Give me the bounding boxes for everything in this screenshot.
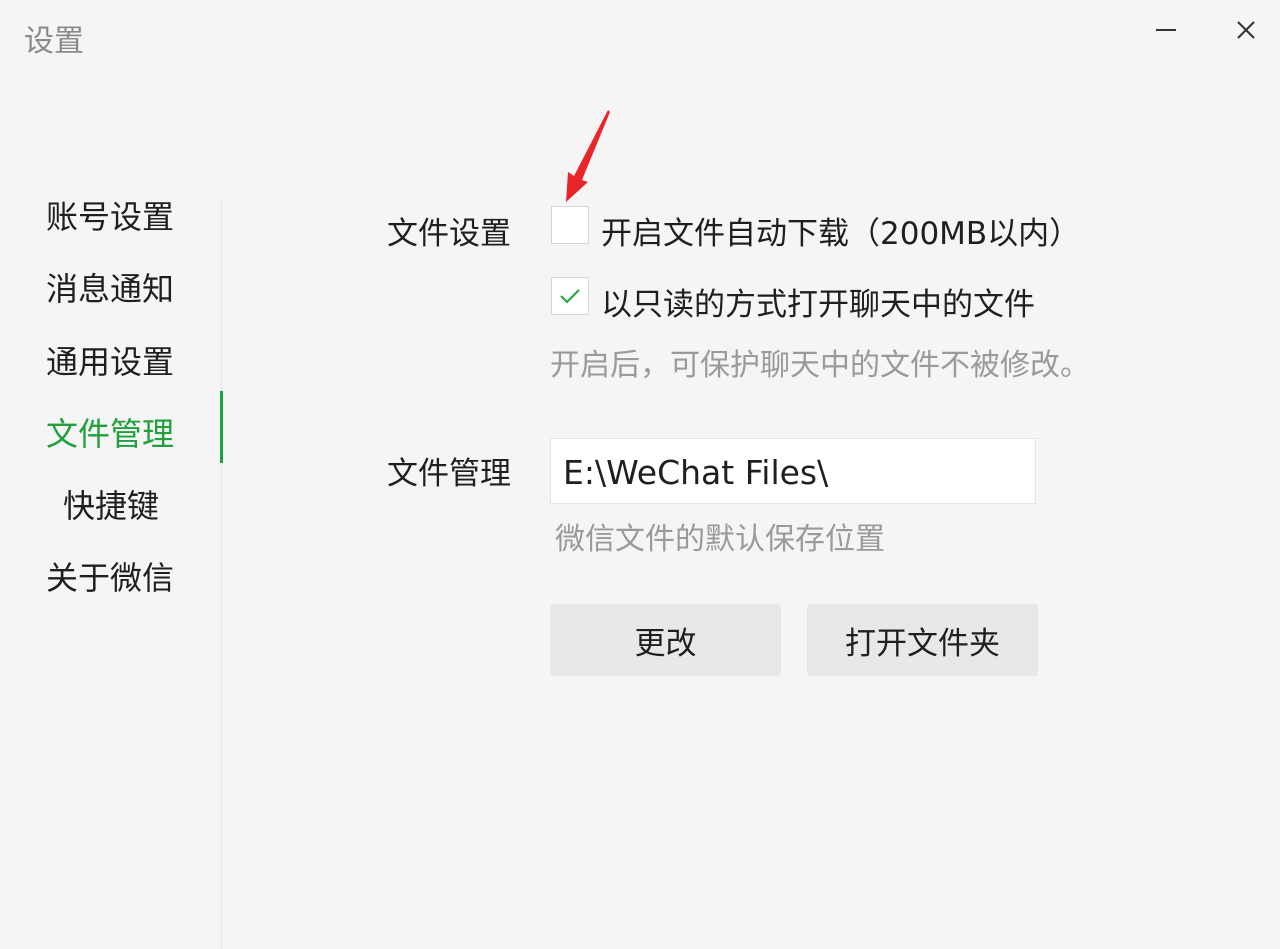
file-settings-label: 文件设置 [387,216,511,252]
sidebar-item-general-settings[interactable]: 通用设置 [46,337,174,383]
settings-window: 设置 账号设置 消息通知 通用设置 文件管理 快捷键 关于微信 文件设置 开启文… [0,0,1280,949]
file-management-label: 文件管理 [387,456,511,492]
open-folder-button[interactable]: 打开文件夹 [807,604,1038,676]
close-button[interactable] [1226,12,1266,48]
window-title: 设置 [24,24,84,59]
auto-download-label[interactable]: 开启文件自动下载（200MB以内） [601,208,1080,253]
read-only-hint: 开启后，可保护聊天中的文件不被修改。 [550,348,1090,383]
change-button[interactable]: 更改 [550,604,781,676]
sidebar-divider [221,198,222,949]
read-only-label[interactable]: 以只读的方式打开聊天中的文件 [601,279,1035,324]
file-path-hint: 微信文件的默认保存位置 [555,522,885,557]
sidebar-item-file-management[interactable]: 文件管理 [46,409,174,455]
sidebar-item-shortcuts[interactable]: 快捷键 [63,481,159,527]
red-arrow-annotation [566,110,610,202]
sidebar-item-about-wechat[interactable]: 关于微信 [46,553,174,599]
close-icon [1237,21,1255,39]
auto-download-checkbox[interactable] [551,206,589,244]
read-only-checkbox[interactable] [551,277,589,315]
sidebar-active-indicator [220,391,223,463]
sidebar-item-account-settings[interactable]: 账号设置 [46,192,174,238]
minimize-icon [1156,29,1176,31]
sidebar-item-notifications[interactable]: 消息通知 [46,264,174,310]
check-icon [560,289,580,304]
minimize-button[interactable] [1146,12,1186,48]
file-path-field[interactable]: E:\WeChat Files\ [550,438,1036,504]
